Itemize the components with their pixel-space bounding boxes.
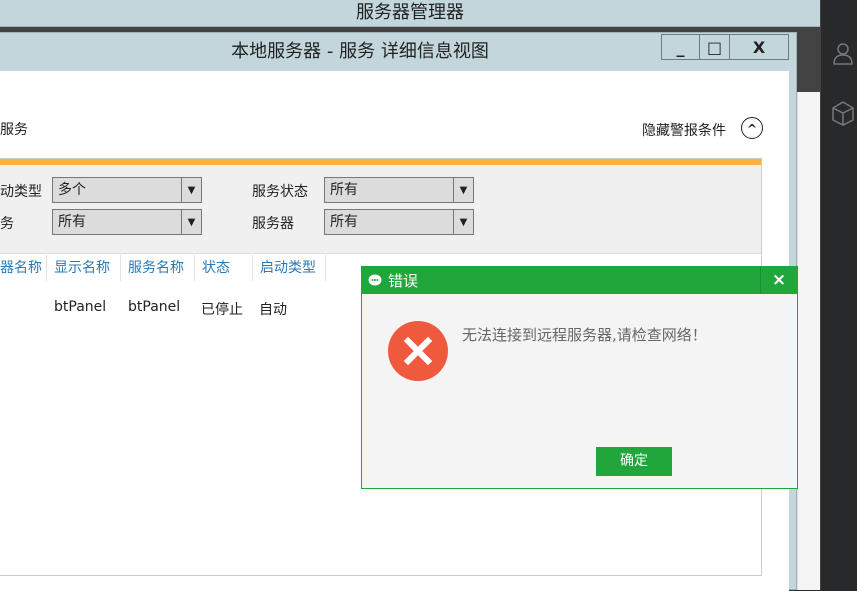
startup-type-select[interactable]: 多个 ▼ xyxy=(52,177,202,203)
close-button[interactable]: X xyxy=(730,35,788,59)
error-icon xyxy=(388,321,448,381)
right-sidebar xyxy=(820,0,857,590)
error-dialog: 错误 × 无法连接到远程服务器,请检查网络！ 确定 xyxy=(361,266,798,489)
filter-area: 动类型 多个 ▼ 务 所有 ▼ 服务状态 所有 ▼ 服务器 所有 ▼ xyxy=(0,165,761,254)
select-value: 所有 xyxy=(330,214,358,230)
dropdown-arrow-icon: ▼ xyxy=(453,178,473,202)
filter-label: 动类型 xyxy=(0,184,42,200)
app-title-bar: 服务器管理器 xyxy=(0,0,820,27)
minimize-button[interactable]: _ xyxy=(662,35,700,59)
dialog-close-button[interactable]: × xyxy=(760,267,797,294)
select-value: 所有 xyxy=(58,214,86,230)
background-panel xyxy=(797,92,820,590)
cell-display-name: btPanel xyxy=(54,299,107,315)
dialog-title: 错误 xyxy=(388,272,419,290)
column-header[interactable]: 显示名称 xyxy=(47,255,121,281)
chevron-up-icon[interactable]: ^ xyxy=(741,117,763,139)
dropdown-arrow-icon: ▼ xyxy=(181,210,201,234)
select-value: 所有 xyxy=(330,182,358,198)
maximize-button[interactable]: □ xyxy=(700,35,730,59)
app-title: 服务器管理器 xyxy=(356,2,464,23)
cell-service-name: btPanel xyxy=(128,299,181,315)
select-value: 多个 xyxy=(58,182,86,198)
cell-startup-type: 自动 xyxy=(259,302,287,318)
column-header[interactable]: 状态 xyxy=(195,255,253,281)
filter-label: 务 xyxy=(0,216,14,232)
filter-label: 服务器 xyxy=(252,216,294,232)
ok-button[interactable]: 确定 xyxy=(596,447,672,476)
user-icon[interactable] xyxy=(831,40,855,66)
column-header[interactable]: 服务名称 xyxy=(121,255,195,281)
hide-alerts-link[interactable]: 隐藏警报条件 xyxy=(642,120,726,140)
section-title: 服务 xyxy=(0,122,28,138)
service-select[interactable]: 所有 ▼ xyxy=(52,209,202,235)
dialog-header: 错误 × xyxy=(362,267,797,294)
error-message: 无法连接到远程服务器,请检查网络！ xyxy=(462,326,707,344)
box-icon[interactable] xyxy=(831,100,855,126)
dropdown-arrow-icon: ▼ xyxy=(181,178,201,202)
window-controls: _ □ X xyxy=(661,34,789,60)
column-header[interactable]: 器名称 xyxy=(0,255,47,281)
dropdown-arrow-icon: ▼ xyxy=(453,210,473,234)
chat-icon xyxy=(368,274,382,286)
server-select[interactable]: 所有 ▼ xyxy=(324,209,474,235)
column-header[interactable]: 启动类型 xyxy=(253,255,326,281)
window-title: 本地服务器 - 服务 详细信息视图 xyxy=(231,41,489,62)
filter-label: 服务状态 xyxy=(252,184,308,200)
cell-status: 已停止 xyxy=(201,302,243,318)
service-status-select[interactable]: 所有 ▼ xyxy=(324,177,474,203)
